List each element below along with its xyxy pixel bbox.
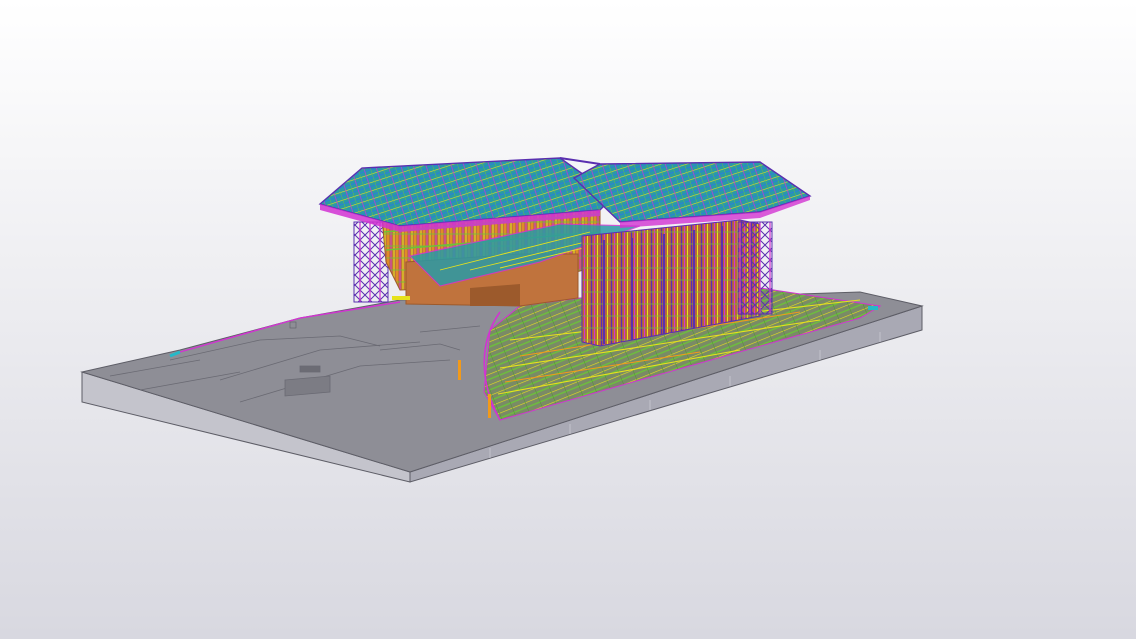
3d-model-canvas[interactable] [0,0,1136,639]
model-viewport[interactable] [0,0,1136,639]
left-truss-tower [353,221,389,303]
right-truss-tower [737,221,773,315]
